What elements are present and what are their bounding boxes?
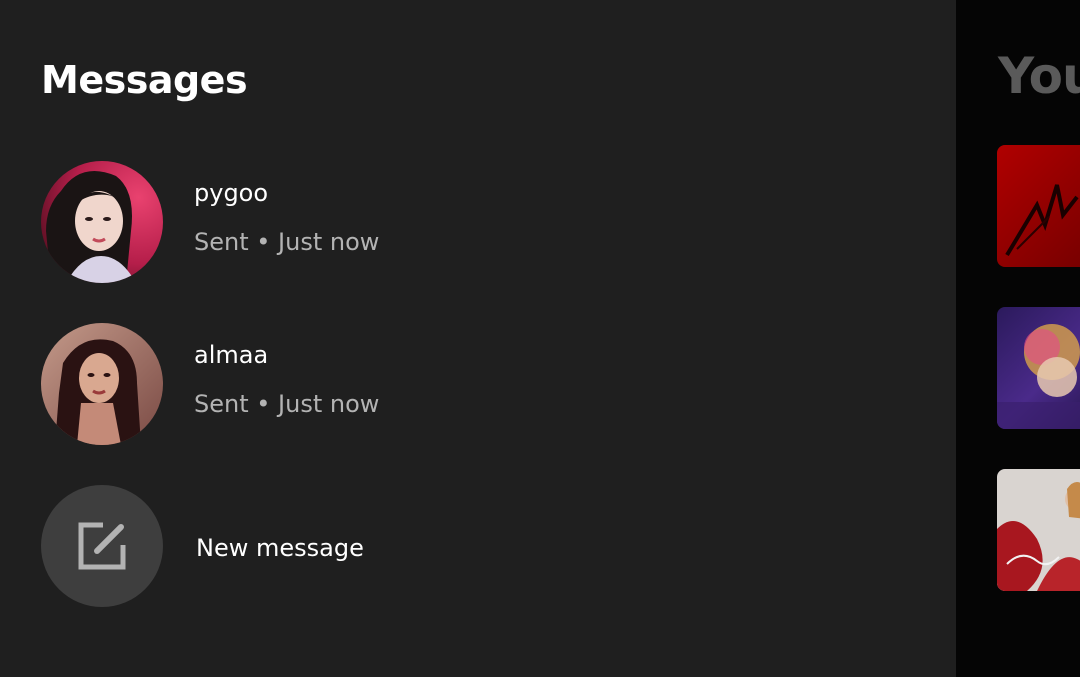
album-art-speak-now <box>997 469 1080 591</box>
conversation-name: pygoo <box>194 179 269 207</box>
new-message-button[interactable]: New message <box>0 471 956 611</box>
compose-icon <box>78 522 126 570</box>
conversation-row-pygoo[interactable]: pygoo Sent • Just now <box>0 147 956 287</box>
album-cover-2[interactable] <box>997 307 1080 429</box>
page-title: Messages <box>41 58 248 102</box>
album-art-red <box>997 145 1080 267</box>
profile-photo-almaa <box>41 323 163 445</box>
messages-panel: Messages pygoo Sent • Just now almaa Sen… <box>0 0 956 677</box>
album-cover-3[interactable] <box>997 469 1080 591</box>
conversation-status: Sent • Just now <box>194 228 380 256</box>
album-cover-1[interactable] <box>997 145 1080 267</box>
album-art-purple <box>997 307 1080 429</box>
conversation-row-almaa[interactable]: almaa Sent • Just now <box>0 309 956 449</box>
background-heading: You <box>998 47 1080 105</box>
profile-photo-pygoo <box>41 161 163 283</box>
conversation-status: Sent • Just now <box>194 390 380 418</box>
conversation-name: almaa <box>194 341 269 369</box>
avatar <box>41 161 163 283</box>
app-root: You Messages pygoo Sent • Just now almaa… <box>0 0 1080 677</box>
new-message-label: New message <box>196 534 364 562</box>
new-message-circle <box>41 485 163 607</box>
avatar <box>41 323 163 445</box>
